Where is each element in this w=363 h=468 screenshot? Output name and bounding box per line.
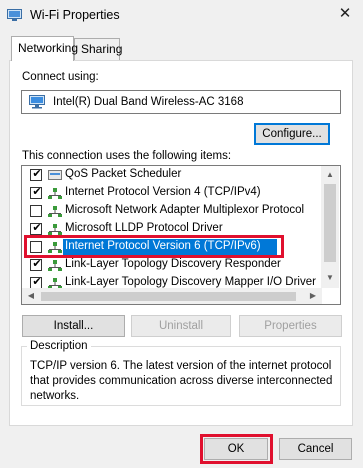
list-item[interactable]: ✔ Internet Protocol Version 4 (TCP/IPv4) (22, 185, 340, 201)
checkbox[interactable] (30, 205, 42, 217)
connect-using-label: Connect using: (22, 71, 99, 83)
items-label: This connection uses the following items… (22, 150, 232, 162)
item-label: Microsoft Network Adapter Multiplexor Pr… (65, 204, 305, 216)
uninstall-button[interactable]: Uninstall (131, 315, 231, 337)
configure-button[interactable]: Configure... (254, 123, 330, 145)
protocol-icon (48, 260, 62, 271)
list-item[interactable]: Microsoft Network Adapter Multiplexor Pr… (22, 203, 340, 219)
scroll-right-icon[interactable]: ▶ (305, 288, 321, 304)
list-item[interactable]: ✔ Link-Layer Topology Discovery Responde… (22, 257, 340, 273)
item-label: Microsoft LLDP Protocol Driver (65, 222, 223, 234)
protocol-icon (48, 206, 62, 217)
cancel-button[interactable]: Cancel (279, 438, 352, 460)
check-icon: ✔ (32, 258, 42, 270)
scroll-left-icon[interactable]: ◀ (23, 288, 39, 304)
item-label: QoS Packet Scheduler (65, 168, 182, 180)
check-icon: ✔ (32, 186, 42, 198)
checkbox[interactable]: ✔ (30, 258, 42, 271)
ipv6-highlight-box (24, 235, 284, 258)
check-icon: ✔ (32, 276, 42, 288)
horizontal-scroll-thumb[interactable] (41, 292, 296, 301)
scheduler-icon (48, 170, 62, 180)
item-label: Link-Layer Topology Discovery Responder (65, 258, 281, 270)
adapter-name: Intel(R) Dual Band Wireless-AC 3168 (53, 96, 244, 108)
ok-highlight-box (200, 434, 273, 464)
list-item[interactable]: ✔ QoS Packet Scheduler (22, 167, 340, 183)
check-icon: ✔ (32, 222, 42, 234)
item-label: Link-Layer Topology Discovery Mapper I/O… (65, 276, 316, 288)
checkbox[interactable]: ✔ (30, 186, 42, 199)
vertical-scroll-thumb[interactable] (324, 184, 336, 262)
adapter-field: Intel(R) Dual Band Wireless-AC 3168 (21, 90, 341, 114)
scroll-down-icon[interactable]: ▼ (322, 270, 338, 286)
checkbox[interactable]: ✔ (30, 222, 42, 235)
item-label: Internet Protocol Version 4 (TCP/IPv4) (65, 186, 261, 198)
description-title: Description (27, 340, 91, 352)
network-adapter-icon (29, 95, 45, 109)
protocol-icon (48, 188, 62, 199)
description-text: TCP/IP version 6. The latest version of … (30, 360, 333, 402)
scroll-up-icon[interactable]: ▲ (322, 167, 338, 183)
install-button[interactable]: Install... (22, 315, 125, 337)
properties-button[interactable]: Properties (239, 315, 342, 337)
protocol-icon (48, 224, 62, 235)
checkbox[interactable]: ✔ (30, 168, 42, 181)
check-icon: ✔ (32, 168, 42, 180)
